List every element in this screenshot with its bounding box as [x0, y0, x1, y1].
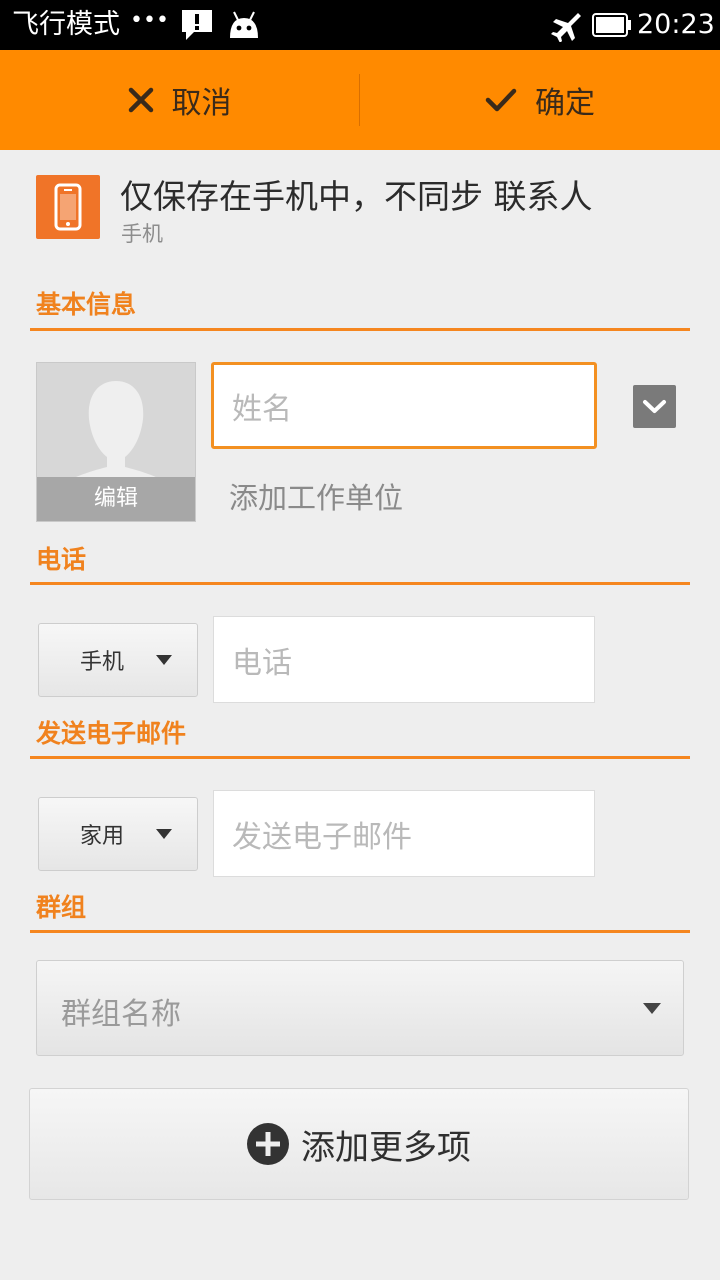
group-name-select[interactable]: 群组名称 — [36, 960, 684, 1056]
notification-alert-icon — [180, 8, 214, 46]
phone-input[interactable]: 电话 — [213, 616, 595, 703]
name-input[interactable]: 姓名 — [211, 362, 597, 449]
status-airplane-mode-text: 飞行模式 — [12, 9, 120, 40]
chevron-down-icon — [643, 400, 666, 413]
confirm-label: 确定 — [535, 86, 595, 121]
email-placeholder: 发送电子邮件 — [232, 819, 412, 855]
phone-type-spinner[interactable]: 手机 — [38, 623, 198, 697]
confirm-button[interactable]: 确定 — [360, 50, 720, 150]
battery-icon — [592, 13, 632, 41]
airplane-mode-icon — [548, 10, 582, 46]
add-more-label: 添加更多项 — [301, 1127, 471, 1168]
section-title-phone: 电话 — [36, 545, 87, 574]
account-subtitle: 手机 — [121, 222, 163, 246]
status-time: 20:23 — [637, 9, 715, 40]
photo-edit-label[interactable]: 编辑 — [37, 477, 195, 521]
email-type-label: 家用 — [80, 824, 125, 849]
add-company-link[interactable]: 添加工作单位 — [229, 475, 403, 517]
status-bar: 飞行模式 ••• 20:23 — [0, 0, 720, 50]
account-title: 仅保存在手机中，不同步 联系人 — [120, 177, 593, 216]
section-divider — [30, 930, 690, 933]
add-more-fields-button[interactable]: 添加更多项 — [29, 1088, 689, 1200]
phone-placeholder: 电话 — [232, 645, 292, 681]
section-divider — [30, 328, 690, 331]
add-circle-icon — [247, 1123, 289, 1165]
email-input[interactable]: 发送电子邮件 — [213, 790, 595, 877]
cancel-button[interactable]: 取消 — [0, 50, 359, 150]
section-title-email: 发送电子邮件 — [36, 719, 187, 748]
dropdown-arrow-icon — [643, 1003, 661, 1014]
phone-account-icon — [36, 175, 100, 239]
expand-name-button[interactable] — [633, 385, 676, 428]
dropdown-arrow-icon — [156, 829, 173, 839]
contact-photo[interactable]: 编辑 — [36, 362, 196, 522]
action-bar: 取消 确定 — [0, 50, 720, 150]
section-divider — [30, 756, 690, 759]
email-type-spinner[interactable]: 家用 — [38, 797, 198, 871]
section-title-group: 群组 — [36, 893, 87, 922]
dropdown-arrow-icon — [156, 655, 173, 665]
cancel-label: 取消 — [171, 86, 232, 121]
name-placeholder: 姓名 — [232, 391, 292, 427]
group-name-placeholder: 群组名称 — [61, 997, 181, 1032]
section-title-basic-info: 基本信息 — [36, 290, 137, 319]
phone-type-label: 手机 — [80, 650, 125, 675]
android-icon — [226, 10, 262, 44]
checkmark-icon — [485, 88, 517, 112]
section-divider — [30, 582, 690, 585]
status-overflow-dots: ••• — [130, 8, 169, 33]
close-icon — [128, 87, 153, 113]
